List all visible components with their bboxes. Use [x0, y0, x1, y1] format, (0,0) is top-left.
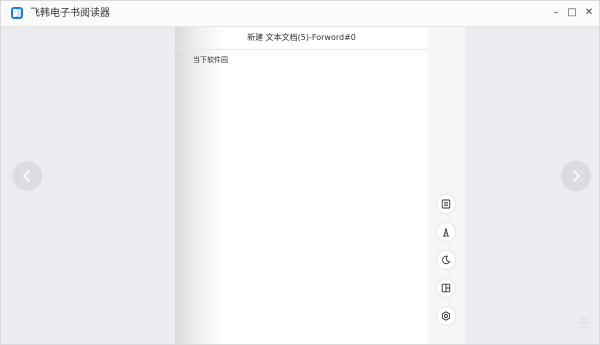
- page-content: 当下软件园: [193, 56, 228, 64]
- font-settings-icon: [443, 228, 449, 237]
- chevron-right-icon: [573, 170, 580, 182]
- layout-button[interactable]: [437, 279, 455, 297]
- resize-grip-icon[interactable]: [579, 313, 589, 343]
- settings-button[interactable]: [437, 307, 455, 325]
- chevron-left-icon: [23, 170, 30, 182]
- table-of-contents-icon: [441, 199, 451, 209]
- close-button[interactable]: ✕: [582, 6, 596, 20]
- document-title: 新建 文本文档(5)-Forword#0: [247, 33, 356, 42]
- title-bar: 飞韩电子书阅读器 – □ ✕: [1, 1, 599, 27]
- app-window: 飞韩电子书阅读器 – □ ✕ 新建 文本文档(5)-Forword#0 当下软件…: [0, 0, 600, 345]
- minimize-button[interactable]: –: [549, 6, 563, 20]
- page-header: 新建 文本文档(5)-Forword#0: [175, 27, 428, 50]
- table-of-contents-button[interactable]: [437, 195, 455, 213]
- font-settings-button[interactable]: [437, 223, 455, 241]
- layout-icon: [441, 283, 451, 293]
- previous-page-button[interactable]: [12, 161, 42, 191]
- night-mode-icon: [442, 255, 451, 265]
- reader-area: 新建 文本文档(5)-Forword#0 当下软件园: [1, 27, 599, 344]
- night-mode-button[interactable]: [437, 251, 455, 269]
- app-logo-icon: [11, 7, 23, 19]
- maximize-button[interactable]: □: [565, 6, 579, 20]
- next-page-button[interactable]: [561, 161, 591, 191]
- book-page[interactable]: 新建 文本文档(5)-Forword#0 当下软件园: [175, 27, 428, 344]
- app-title: 飞韩电子书阅读器: [30, 8, 110, 19]
- reader-toolbar: [428, 27, 465, 344]
- settings-icon: [441, 311, 451, 321]
